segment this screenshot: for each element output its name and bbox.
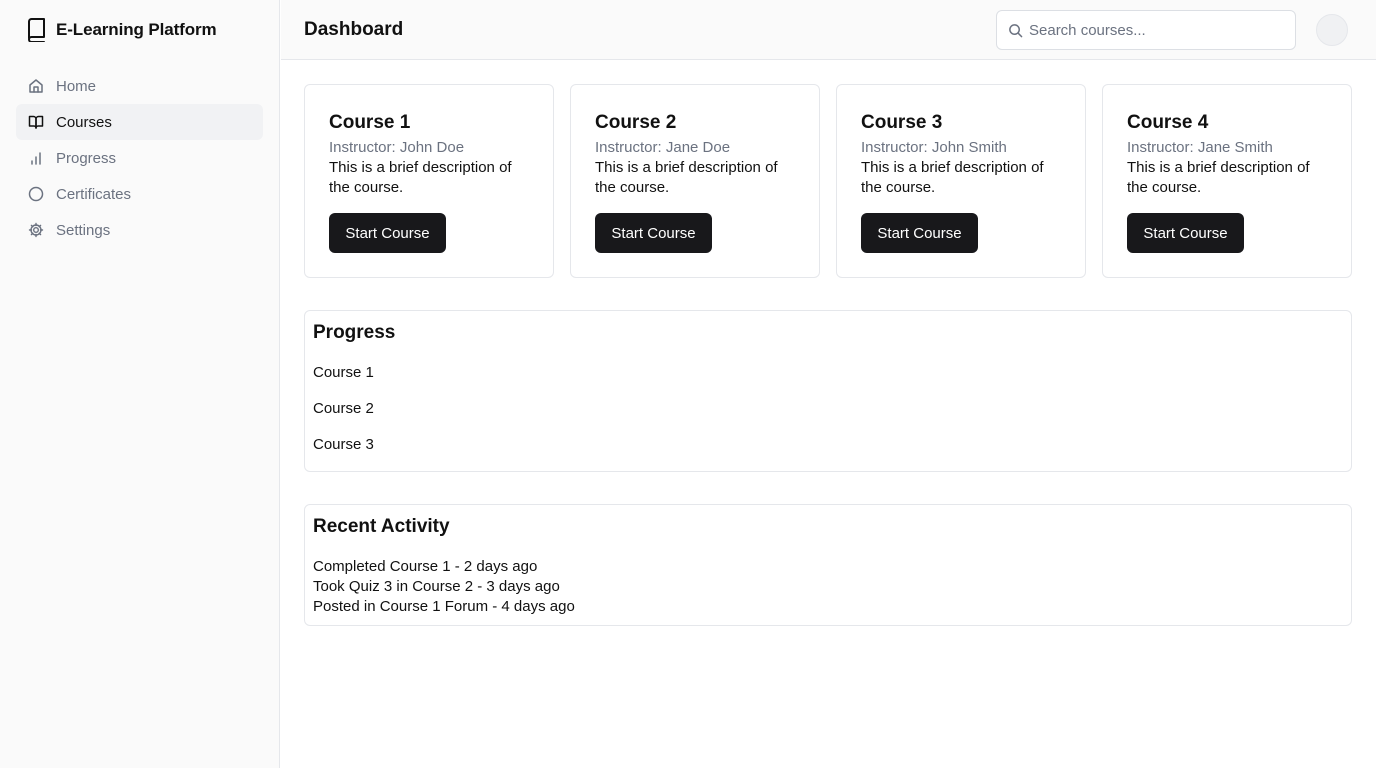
activity-item: Posted in Course 1 Forum - 4 days ago [313,598,575,615]
gear-icon [28,222,44,238]
sidebar-item-label: Progress [56,149,117,167]
course-card: Course 3 Instructor: John Smith This is … [836,84,1086,278]
course-card: Course 2 Instructor: Jane Doe This is a … [570,84,820,278]
sidebar-item-home[interactable]: Home [16,68,263,104]
recent-activity-title: Recent Activity [313,516,450,537]
brand-name: E-Learning Platform [56,20,217,39]
course-instructor: Instructor: Jane Smith [1127,139,1273,156]
activity-list: Completed Course 1 - 2 days ago Took Qui… [313,557,575,617]
start-course-button[interactable]: Start Course [1127,213,1244,253]
book-icon [28,18,45,42]
top-header: Dashboard [281,0,1376,60]
sidebar-item-label: Certificates [56,185,132,203]
progress-item: Course 2 [313,400,374,417]
course-card: Course 1 Instructor: John Doe This is a … [304,84,554,278]
search-icon [1009,24,1023,38]
start-course-button[interactable]: Start Course [861,213,978,253]
avatar[interactable] [1316,14,1348,46]
course-description: This is a brief description of the cours… [595,159,778,196]
course-description: This is a brief description of the cours… [1127,159,1310,196]
home-icon [29,79,43,93]
sidebar-item-label: Settings [56,221,111,239]
book-open-icon [28,115,44,129]
brand[interactable]: E-Learning Platform [26,18,217,42]
course-instructor: Instructor: John Doe [329,139,465,156]
sidebar-item-progress[interactable]: Progress [16,140,263,176]
course-card: Course 4 Instructor: Jane Smith This is … [1102,84,1352,278]
page-title: Dashboard [304,19,404,40]
progress-title: Progress [313,322,396,343]
course-description: This is a brief description of the cours… [329,159,512,196]
course-title: Course 3 [861,112,943,133]
circle-icon [28,186,44,202]
course-title: Course 4 [1127,112,1209,133]
sidebar-item-settings[interactable]: Settings [16,212,263,248]
sidebar-item-label: Courses [56,113,112,131]
progress-list: Course 1 Course 2 Course 3 [313,363,374,471]
search-input[interactable] [1029,11,1291,49]
progress-item: Course 3 [313,436,374,453]
progress-panel: Progress Course 1 Course 2 Course 3 [304,310,1352,472]
progress-item: Course 1 [313,364,374,381]
sidebar-item-certificates[interactable]: Certificates [16,176,263,212]
course-title: Course 2 [595,112,677,133]
recent-activity-panel: Recent Activity Completed Course 1 - 2 d… [304,504,1352,626]
course-instructor: Instructor: John Smith [861,139,1007,156]
bar-chart-icon [31,152,41,165]
activity-item: Took Quiz 3 in Course 2 - 3 days ago [313,578,560,595]
start-course-button[interactable]: Start Course [329,213,446,253]
course-instructor: Instructor: Jane Doe [595,139,731,156]
sidebar-item-label: Home [56,77,97,95]
search-box[interactable] [996,10,1296,50]
activity-item: Completed Course 1 - 2 days ago [313,558,538,575]
sidebar: E-Learning Platform Home Courses Progres… [0,0,280,768]
course-description: This is a brief description of the cours… [861,159,1044,196]
sidebar-item-courses[interactable]: Courses [16,104,263,140]
start-course-button[interactable]: Start Course [595,213,712,253]
course-title: Course 1 [329,112,411,133]
sidebar-nav: Home Courses Progress Certificates Setti… [16,68,263,248]
